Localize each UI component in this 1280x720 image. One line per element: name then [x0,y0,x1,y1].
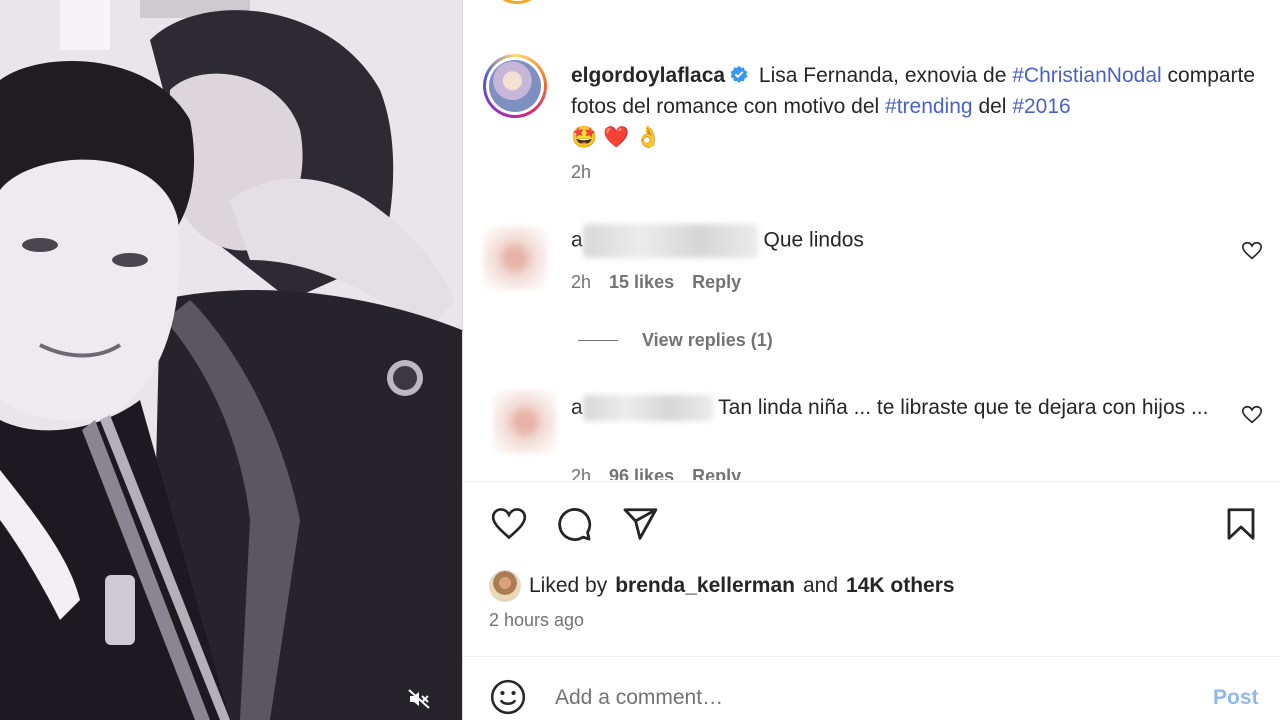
commenter-username-blur [582,395,713,422]
commenter-avatar[interactable] [493,390,557,454]
comment-text: Tan linda niña ... te libraste que te de… [718,396,1209,419]
actions-divider [463,481,1280,482]
liker-username[interactable]: brenda_kellerman [615,574,795,598]
comment-box-divider [463,656,1280,657]
comment-body: a Tan linda niña ... te libraste que te … [571,392,1211,423]
comment-likes[interactable]: 15 likes [609,272,674,293]
mute-icon [408,689,430,709]
commenter-username[interactable]: a [571,396,583,419]
comment-icon [558,508,592,541]
hashtag-christiannodal[interactable]: #ChristianNodal [1012,64,1161,87]
hashtag-2016[interactable]: #2016 [1012,95,1070,118]
bookmark-icon [1227,508,1255,540]
mute-button[interactable] [404,684,434,714]
liked-by-prefix: Liked by [529,574,608,597]
reply-button[interactable]: Reply [692,466,741,480]
reply-button[interactable]: Reply [692,272,741,293]
like-button[interactable] [489,504,529,544]
likes-others-link[interactable]: 14K others [846,574,955,598]
comment-meta: 2h 15 likes Reply [571,272,741,293]
commenter-avatar[interactable] [483,226,547,290]
author-avatar[interactable] [483,54,547,118]
comment-input[interactable] [555,680,1155,716]
author-username[interactable]: elgordoylaflaca [571,64,725,87]
post-comment-button[interactable]: Post [1213,686,1259,710]
comment-body: a Que lindos [571,224,864,258]
share-icon [623,508,658,540]
comment-button[interactable] [554,504,594,544]
post-actions-bar [463,500,1280,548]
caption-text-3: del [978,95,1007,118]
comments-list[interactable]: a Que lindos 2h 15 likes Reply View repl… [463,200,1280,480]
emoji-icon[interactable] [489,678,527,716]
verified-badge-icon [730,65,748,83]
caption-emojis: 🤩❤️👌 [571,126,668,149]
commenter-username[interactable]: a [571,229,583,252]
share-button[interactable] [620,504,660,544]
post-timestamp[interactable]: 2 hours ago [489,610,584,631]
hashtag-trending[interactable]: #trending [885,95,973,118]
caption-timestamp[interactable]: 2h [571,162,591,183]
commenter-username-blur [582,224,758,258]
liked-by-conjunction: and [802,574,839,597]
caption-text: Lisa Fernanda, exnovia de [758,64,1007,87]
comment-likes[interactable]: 96 likes [609,466,674,480]
comment-time[interactable]: 2h [571,272,591,293]
likes-summary: Liked by brenda_kellerman and 14K others [489,570,955,602]
post-media[interactable] [0,0,462,720]
heart-icon[interactable] [1241,240,1263,262]
post-photo [0,0,462,720]
heart-icon[interactable] [1241,404,1263,426]
add-comment-bar: Post [463,670,1280,720]
post-details-panel: elgordoylaflaca Lisa Fernanda, exnovia d… [463,0,1280,720]
liker-avatar[interactable] [489,570,521,602]
comment-meta: 2h 96 likes Reply [571,466,741,480]
comment-time[interactable]: 2h [571,466,591,480]
caption-text-block: elgordoylaflaca Lisa Fernanda, exnovia d… [571,60,1261,153]
save-button[interactable] [1221,504,1261,544]
view-replies-button[interactable]: View replies (1) [578,330,773,351]
view-replies-label: View replies (1) [642,330,773,350]
comment-text: Que lindos [763,228,864,252]
header-avatar-ring[interactable] [497,0,537,4]
heart-icon [491,508,527,540]
